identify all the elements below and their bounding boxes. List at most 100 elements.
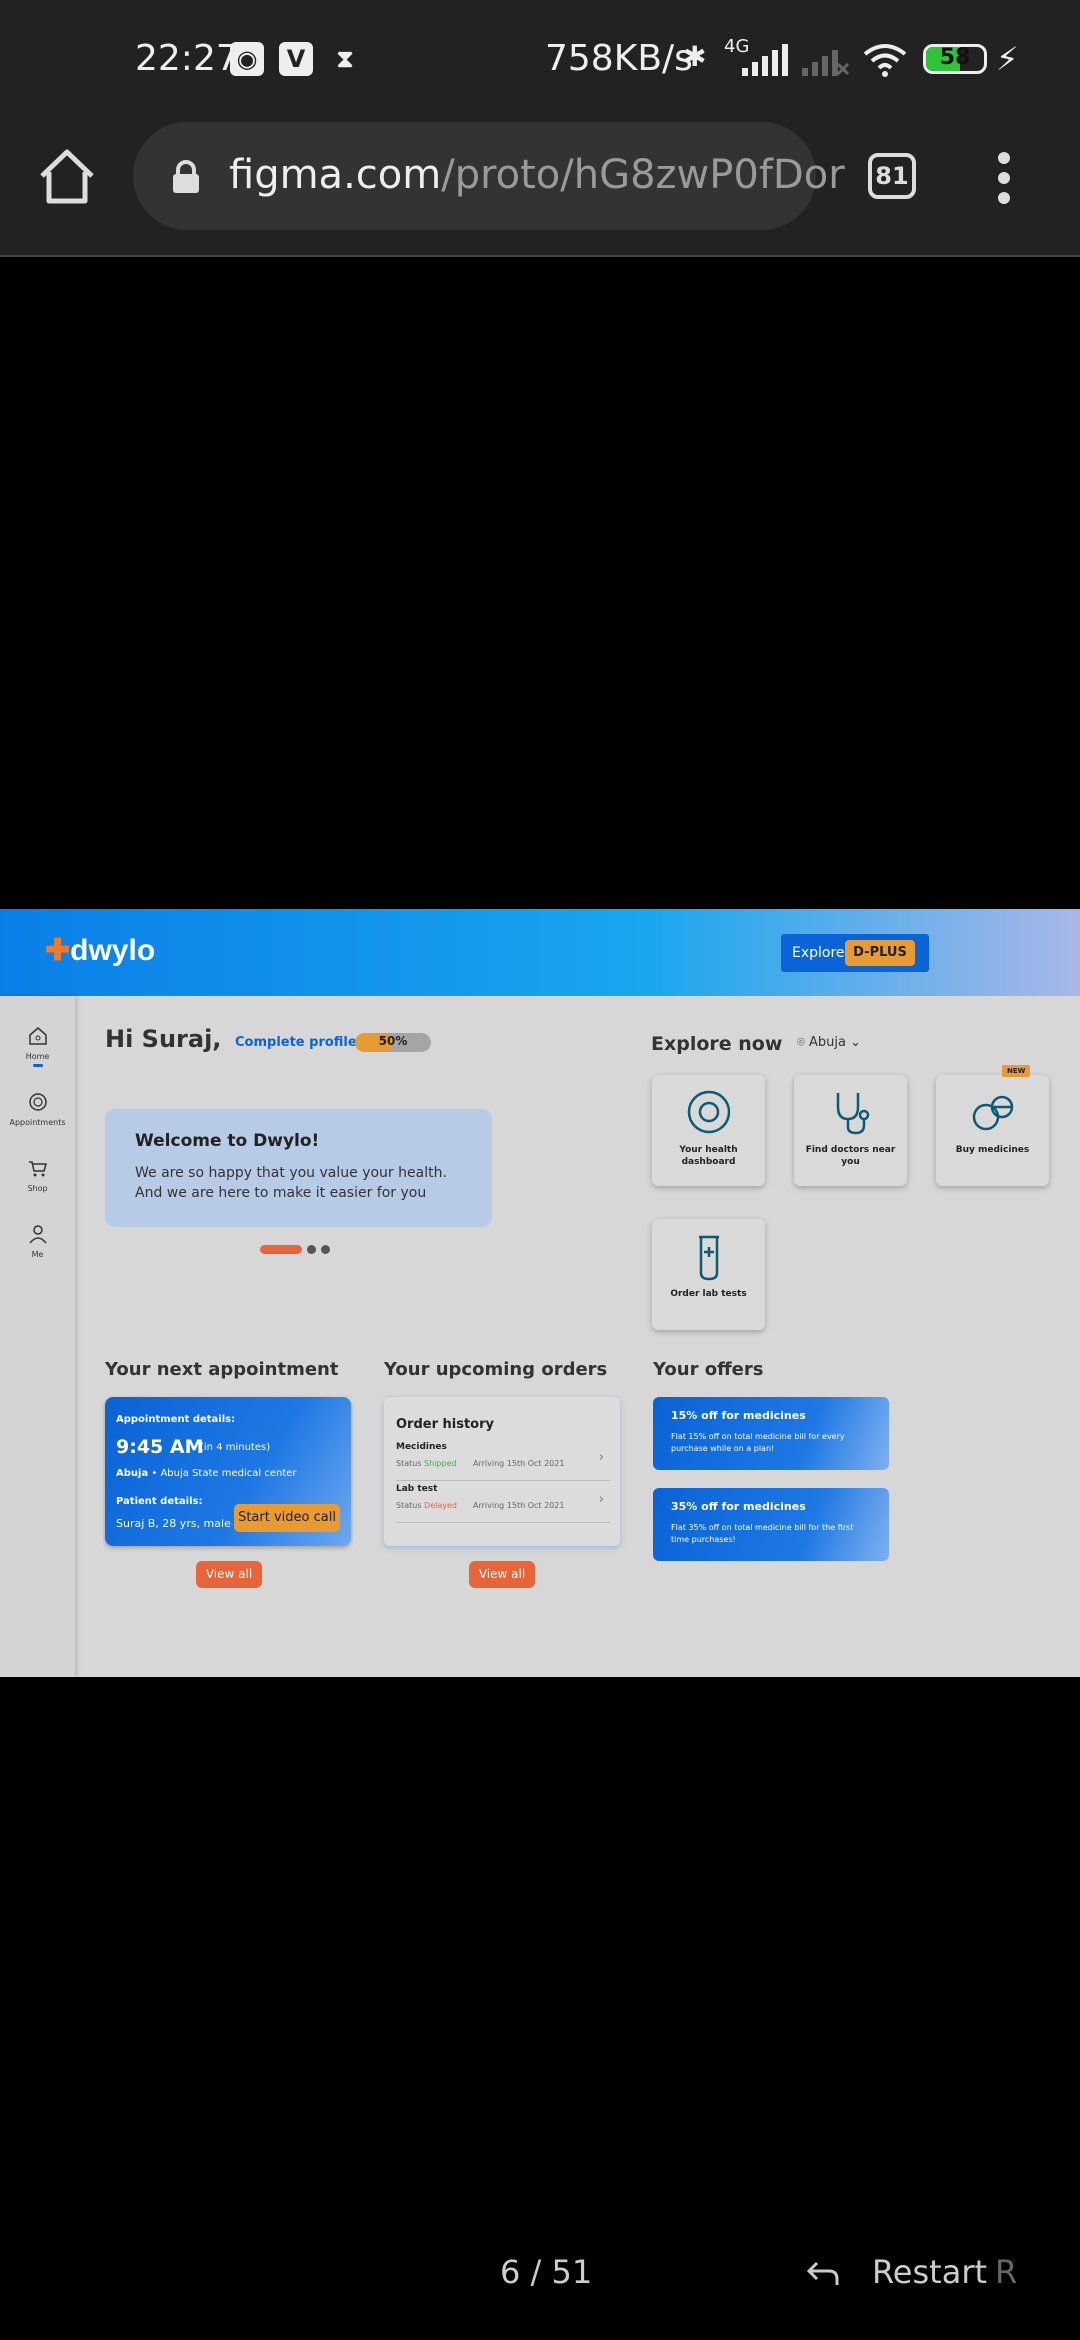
home-icon bbox=[28, 1027, 47, 1045]
order-name: Mecidines bbox=[396, 1442, 447, 1452]
appointment-details-label: Appointment details: bbox=[116, 1414, 236, 1425]
sidebar-item-shop[interactable]: Shop bbox=[0, 1157, 75, 1193]
tab-switcher-button[interactable]: 81 bbox=[868, 153, 916, 199]
sidebar: Home Appointments Shop Me bbox=[0, 996, 75, 1677]
prototype-frame: ✚dwylo Explore D-PLUS Home Appointments … bbox=[0, 909, 1080, 1677]
order-arrival: Arriving 15th Oct 2021 bbox=[473, 1501, 565, 1510]
tile-buy-medicines[interactable]: Buy medicines bbox=[936, 1075, 1049, 1186]
pills-icon bbox=[972, 1095, 1013, 1131]
orders-card: Order history Mecidines Status Shipped A… bbox=[384, 1397, 620, 1546]
sidebar-item-label: Appointments bbox=[9, 1118, 66, 1127]
signal-strength-icon bbox=[742, 44, 788, 76]
appointments-icon bbox=[28, 1093, 47, 1111]
view-all-appointments-button[interactable]: View all bbox=[196, 1561, 262, 1588]
offer-title: 15% off for medicines bbox=[671, 1409, 806, 1422]
section-title-orders: Your upcoming orders bbox=[384, 1359, 608, 1380]
order-name: Lab test bbox=[396, 1484, 438, 1494]
appointment-location: Abuja • Abuja State medical center bbox=[116, 1468, 297, 1479]
tile-label: Find doctors near you bbox=[805, 1145, 896, 1167]
appointment-card[interactable]: Appointment details: 9:45 AM (in 4 minut… bbox=[105, 1397, 351, 1546]
url-text: figma.com/proto/hG8zwP0fDor bbox=[229, 152, 845, 198]
dwylo-logo[interactable]: ✚dwylo bbox=[45, 933, 155, 968]
status-bar: 22:27 ◉ V ⧗ 758KB/s ✱ 4G 58 ⚡ bbox=[0, 0, 1080, 120]
sidebar-item-appointments[interactable]: Appointments bbox=[0, 1091, 75, 1127]
url-path: /proto/hG8zwP0fDor bbox=[441, 152, 845, 198]
order-row[interactable]: Mecidines Status Shipped Arriving 15th O… bbox=[396, 1442, 610, 1481]
welcome-card[interactable]: Welcome to Dwylo! We are so happy that y… bbox=[105, 1109, 492, 1227]
url-host: figma.com bbox=[229, 152, 442, 198]
sidebar-item-label: Me bbox=[31, 1250, 44, 1259]
battery-indicator: 58 bbox=[923, 44, 987, 74]
greeting: Hi Suraj, bbox=[105, 1025, 222, 1053]
carousel-dot[interactable] bbox=[307, 1245, 316, 1254]
battery-percent: 58 bbox=[939, 45, 971, 70]
cart-icon bbox=[28, 1161, 47, 1177]
restart-button[interactable]: Restart bbox=[872, 2253, 987, 2291]
app-header: ✚dwylo Explore D-PLUS bbox=[0, 909, 1080, 996]
chevron-right-icon: › bbox=[598, 1492, 604, 1507]
carousel-dots[interactable] bbox=[260, 1239, 335, 1258]
complete-profile-link[interactable]: Complete profile bbox=[235, 1035, 357, 1050]
order-row[interactable]: Lab test Status Delayed Arriving 15th Oc… bbox=[396, 1484, 610, 1523]
new-badge: NEW bbox=[1002, 1065, 1031, 1077]
stethoscope-icon bbox=[836, 1093, 869, 1135]
view-all-orders-button[interactable]: View all bbox=[469, 1561, 535, 1588]
logo-plus-icon: ✚ bbox=[45, 934, 71, 967]
tile-label: Buy medicines bbox=[955, 1145, 1030, 1155]
charging-icon: ⚡ bbox=[996, 40, 1019, 78]
offer-card[interactable]: 35% off for medicines Flat 35% off on to… bbox=[653, 1488, 889, 1561]
offer-description: Flat 15% off on total medicine bill for … bbox=[671, 1432, 845, 1453]
carousel-dot-active[interactable] bbox=[260, 1245, 302, 1254]
chevron-down-icon: ⌄ bbox=[850, 1035, 861, 1050]
carousel-dot[interactable] bbox=[321, 1245, 330, 1254]
sidebar-item-label: Home bbox=[25, 1052, 50, 1061]
test-tube-icon bbox=[698, 1235, 719, 1281]
sidebar-item-home[interactable]: Home bbox=[0, 1025, 75, 1067]
order-status: Status Shipped bbox=[396, 1459, 457, 1468]
tile-find-doctors[interactable]: Find doctors near you bbox=[794, 1075, 907, 1186]
bluetooth-icon: ✱ bbox=[683, 40, 707, 73]
hourglass-icon: ⧗ bbox=[336, 45, 354, 73]
explore-dplus-button[interactable]: Explore D-PLUS bbox=[781, 934, 929, 972]
camera-notification-icon: ◉ bbox=[230, 42, 264, 76]
status-time: 22:27 bbox=[135, 38, 239, 79]
active-indicator bbox=[32, 1064, 43, 1067]
user-icon bbox=[28, 1225, 47, 1244]
offer-description: Flat 35% off on total medicine bill for … bbox=[671, 1523, 854, 1544]
dashboard-icon bbox=[687, 1090, 730, 1134]
address-bar[interactable]: figma.com/proto/hG8zwP0fDor bbox=[133, 122, 845, 230]
explore-title: Explore now bbox=[651, 1033, 783, 1055]
wifi-icon bbox=[863, 44, 907, 77]
tile-health-dashboard[interactable]: Your health dashboard bbox=[652, 1075, 765, 1186]
sidebar-item-me[interactable]: Me bbox=[0, 1223, 75, 1259]
offer-card[interactable]: 15% off for medicines Flat 15% off on to… bbox=[653, 1397, 889, 1470]
back-arrow-icon[interactable] bbox=[803, 2253, 843, 2293]
appointment-time: 9:45 AM bbox=[116, 1436, 204, 1458]
welcome-title: Welcome to Dwylo! bbox=[135, 1131, 320, 1151]
profile-percent: 50% bbox=[378, 1034, 408, 1048]
patient-details-label: Patient details: bbox=[116, 1496, 203, 1507]
v-app-notification-icon: V bbox=[279, 42, 313, 76]
order-status: Status Delayed bbox=[396, 1501, 457, 1510]
network-speed: 758KB/s bbox=[545, 38, 693, 79]
sidebar-item-label: Shop bbox=[27, 1184, 48, 1193]
lock-icon bbox=[173, 160, 199, 193]
section-title-appointment: Your next appointment bbox=[105, 1359, 339, 1380]
welcome-text: We are so happy that you value your heal… bbox=[135, 1165, 447, 1201]
location-pin-icon: ⌾ bbox=[797, 1035, 805, 1050]
location-selector[interactable]: ⌾ Abuja ⌄ bbox=[797, 1035, 861, 1050]
order-history-title: Order history bbox=[396, 1417, 495, 1432]
section-title-offers: Your offers bbox=[653, 1359, 764, 1380]
tile-order-lab-tests[interactable]: Order lab tests bbox=[652, 1219, 765, 1330]
appointment-relative-time: (in 4 minutes) bbox=[200, 1442, 271, 1453]
patient-info: Suraj B, 28 yrs, male bbox=[116, 1517, 231, 1530]
chevron-right-icon: › bbox=[598, 1450, 604, 1465]
signal-off-icon bbox=[802, 50, 850, 76]
home-icon[interactable] bbox=[36, 146, 98, 208]
tile-label: Order lab tests bbox=[670, 1289, 747, 1299]
tile-label: Your health dashboard bbox=[679, 1145, 738, 1167]
start-video-call-button[interactable]: Start video call bbox=[234, 1504, 340, 1532]
dplus-badge: D-PLUS bbox=[845, 940, 915, 966]
restart-shortcut-key: R bbox=[995, 2253, 1018, 2291]
more-options-icon[interactable] bbox=[994, 152, 1014, 204]
